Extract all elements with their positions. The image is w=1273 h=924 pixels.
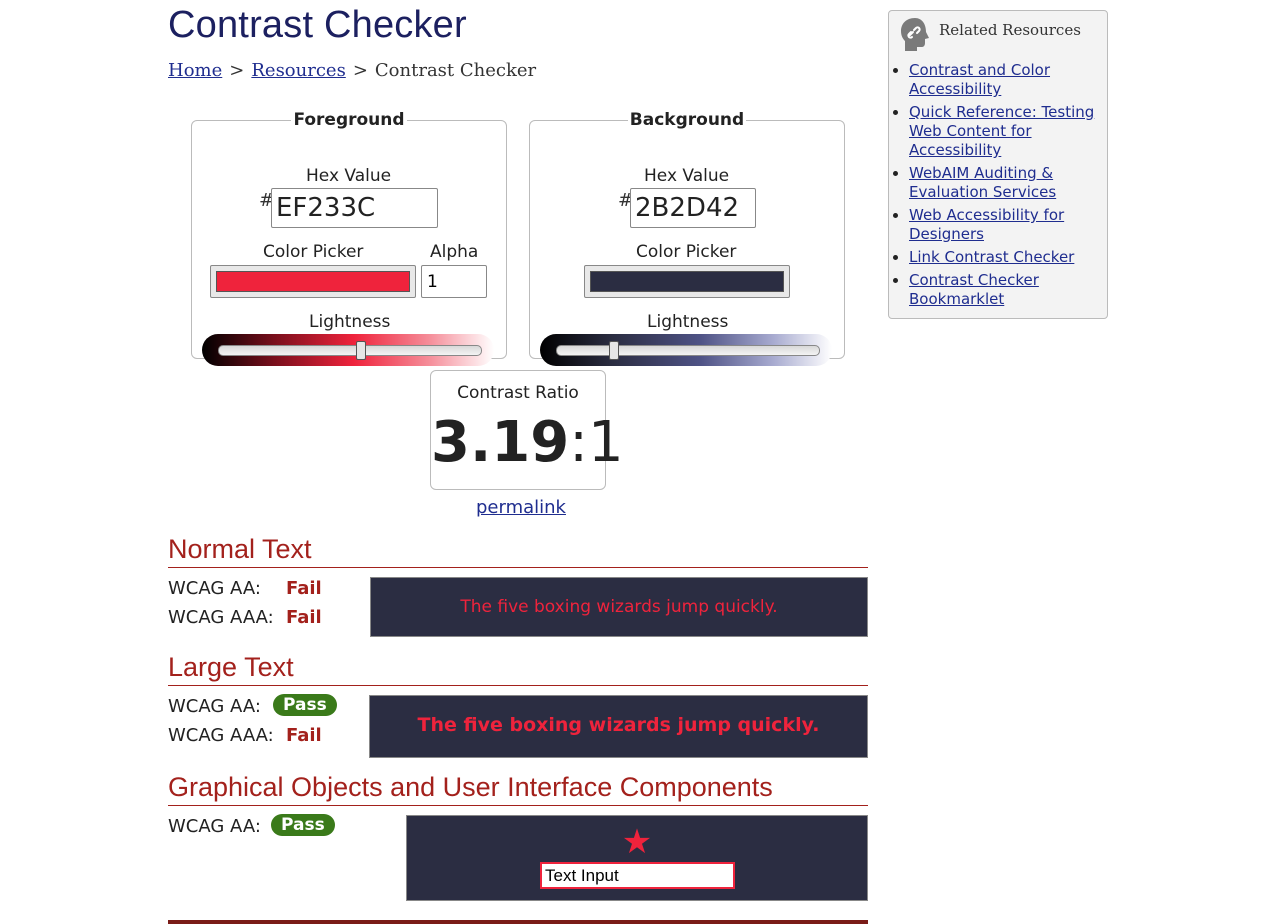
normal-text-preview: The five boxing wizards jump quickly. — [370, 577, 868, 637]
breadcrumb-resources-link[interactable]: Resources — [251, 60, 345, 81]
contrast-ratio-label: Contrast Ratio — [457, 383, 579, 403]
graphics-aa-result-badge: Pass — [271, 814, 335, 836]
contrast-ratio-number: 3.19 — [431, 410, 570, 475]
normal-aaa-result: Fail — [286, 607, 322, 628]
related-link[interactable]: Quick Reference: Testing Web Content for… — [909, 103, 1094, 159]
related-link[interactable]: Link Contrast Checker — [909, 248, 1074, 266]
background-legend: Background — [629, 110, 745, 130]
large-text-heading: Large Text — [168, 652, 868, 686]
related-link[interactable]: Web Accessibility for Designers — [909, 206, 1064, 243]
background-swatch — [590, 271, 784, 292]
foreground-panel: Foreground Hex Value # Color Picker Alph… — [191, 110, 507, 366]
background-panel: Background Hex Value # Color Picker Ligh… — [529, 110, 845, 366]
related-resources-heading: Related Resources — [939, 21, 1081, 39]
large-aa-result-badge: Pass — [273, 694, 337, 716]
background-lightness-slider[interactable] — [540, 334, 832, 366]
slider-thumb[interactable] — [609, 341, 620, 360]
graphics-preview: ★ Text Input — [406, 815, 868, 901]
background-hex-label: Hex Value — [644, 166, 730, 186]
contrast-ratio-value: 3.19:1 — [431, 409, 624, 477]
breadcrumb-current: Contrast Checker — [374, 60, 537, 81]
slider-thumb[interactable] — [355, 341, 366, 360]
foreground-swatch — [216, 271, 410, 292]
related-link[interactable]: Contrast Checker Bookmarklet — [909, 271, 1039, 308]
foreground-legend: Foreground — [293, 110, 405, 130]
foreground-hex-label: Hex Value — [306, 166, 392, 186]
foreground-hex-input[interactable] — [271, 188, 438, 228]
list-item: Web Accessibility for Designers — [909, 206, 1099, 244]
permalink-link[interactable]: permalink — [476, 497, 566, 518]
large-aaa-result: Fail — [286, 725, 322, 746]
alpha-input[interactable] — [421, 265, 487, 298]
foreground-lightness-slider[interactable] — [202, 334, 494, 366]
breadcrumb-home-link[interactable]: Home — [168, 60, 222, 81]
page-title: Contrast Checker — [168, 4, 467, 46]
list-item: Link Contrast Checker — [909, 248, 1099, 267]
breadcrumb-separator: > — [352, 60, 368, 81]
contrast-ratio-suffix: :1 — [569, 410, 624, 475]
normal-aa-result: Fail — [286, 578, 322, 599]
normal-text-sample: The five boxing wizards jump quickly. — [460, 597, 778, 617]
list-item: WebAIM Auditing & Evaluation Services — [909, 164, 1099, 202]
alpha-label: Alpha — [430, 242, 479, 262]
footer-divider — [168, 920, 868, 924]
related-links-list: Contrast and Color Accessibility Quick R… — [889, 61, 1099, 313]
graphics-heading: Graphical Objects and User Interface Com… — [168, 772, 868, 806]
background-color-picker[interactable] — [584, 265, 790, 298]
list-item: Contrast and Color Accessibility — [909, 61, 1099, 99]
contrast-ratio-box: Contrast Ratio 3.19:1 — [430, 370, 624, 490]
slider-track — [218, 345, 482, 356]
normal-aa-label: WCAG AA: — [168, 578, 261, 599]
graphics-aa-label: WCAG AA: — [168, 816, 261, 837]
background-color-picker-label: Color Picker — [636, 242, 737, 262]
large-aa-label: WCAG AA: — [168, 696, 261, 717]
list-item: Contrast Checker Bookmarklet — [909, 271, 1099, 309]
list-item: Quick Reference: Testing Web Content for… — [909, 103, 1099, 160]
related-link[interactable]: WebAIM Auditing & Evaluation Services — [909, 164, 1056, 201]
breadcrumb: Home > Resources > Contrast Checker — [168, 60, 536, 81]
sample-text-input: Text Input — [540, 862, 735, 889]
foreground-lightness-label: Lightness — [309, 312, 391, 332]
background-hex-input[interactable] — [630, 188, 756, 228]
background-lightness-label: Lightness — [647, 312, 729, 332]
slider-track — [556, 345, 820, 356]
link-head-icon — [901, 18, 929, 51]
breadcrumb-separator: > — [229, 60, 245, 81]
related-link[interactable]: Contrast and Color Accessibility — [909, 61, 1050, 98]
related-resources-panel: Related Resources Contrast and Color Acc… — [888, 10, 1108, 319]
foreground-color-picker[interactable] — [210, 265, 416, 298]
foreground-color-picker-label: Color Picker — [263, 242, 364, 262]
normal-aaa-label: WCAG AAA: — [168, 607, 274, 628]
large-text-sample: The five boxing wizards jump quickly. — [417, 714, 820, 736]
normal-text-heading: Normal Text — [168, 534, 868, 568]
star-icon: ★ — [621, 822, 653, 862]
large-text-preview: The five boxing wizards jump quickly. — [369, 695, 868, 758]
large-aaa-label: WCAG AAA: — [168, 725, 274, 746]
